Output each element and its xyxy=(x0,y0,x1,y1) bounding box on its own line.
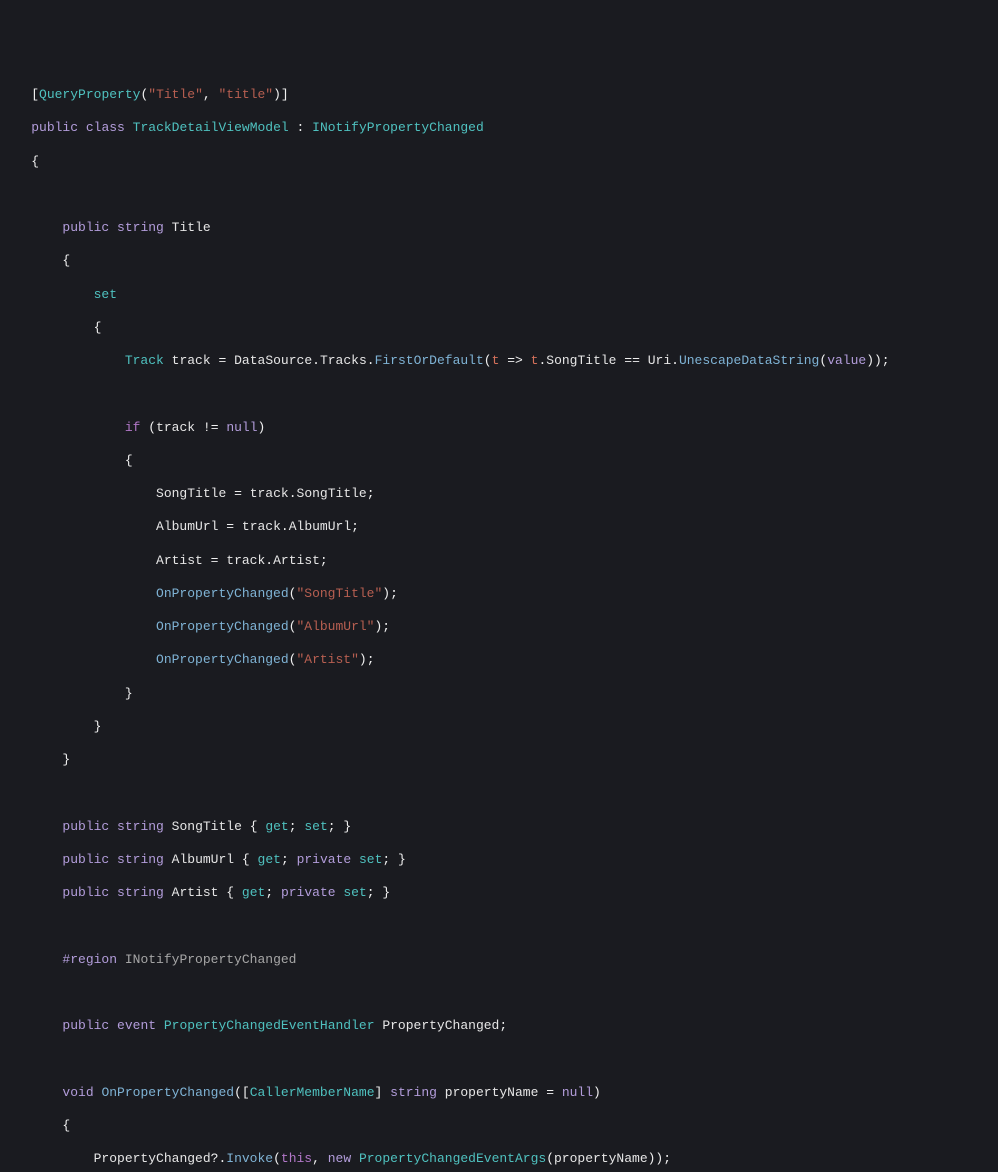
code-line: { xyxy=(0,154,998,171)
code-line: SongTitle = track.SongTitle; xyxy=(0,486,998,503)
code-line xyxy=(0,386,998,403)
code-line: OnPropertyChanged("SongTitle"); xyxy=(0,586,998,603)
code-line: Artist = track.Artist; xyxy=(0,553,998,570)
code-line: } xyxy=(0,719,998,736)
code-line: AlbumUrl = track.AlbumUrl; xyxy=(0,519,998,536)
code-line: public string AlbumUrl { get; private se… xyxy=(0,852,998,869)
code-line: public string SongTitle { get; set; } xyxy=(0,819,998,836)
code-line: } xyxy=(0,686,998,703)
code-line xyxy=(0,187,998,204)
code-line: PropertyChanged?.Invoke(this, new Proper… xyxy=(0,1151,998,1168)
code-line: Track track = DataSource.Tracks.FirstOrD… xyxy=(0,353,998,370)
code-line: void OnPropertyChanged([CallerMemberName… xyxy=(0,1085,998,1102)
code-line: public string Artist { get; private set;… xyxy=(0,885,998,902)
code-line: { xyxy=(0,320,998,337)
code-line: OnPropertyChanged("AlbumUrl"); xyxy=(0,619,998,636)
code-line: { xyxy=(0,453,998,470)
code-line: [QueryProperty("Title", "title")] xyxy=(0,87,998,104)
code-line: OnPropertyChanged("Artist"); xyxy=(0,652,998,669)
code-line: } xyxy=(0,752,998,769)
code-line: public string Title xyxy=(0,220,998,237)
code-line: #region INotifyPropertyChanged xyxy=(0,952,998,969)
code-line: public event PropertyChangedEventHandler… xyxy=(0,1018,998,1035)
code-line: if (track != null) xyxy=(0,420,998,437)
code-line xyxy=(0,985,998,1002)
code-line xyxy=(0,785,998,802)
code-line: public class TrackDetailViewModel : INot… xyxy=(0,120,998,137)
code-line xyxy=(0,1051,998,1068)
code-line: { xyxy=(0,253,998,270)
code-editor-view[interactable]: [QueryProperty("Title", "title")] public… xyxy=(0,67,998,1172)
code-line: { xyxy=(0,1118,998,1135)
code-line: set xyxy=(0,287,998,304)
code-line xyxy=(0,918,998,935)
